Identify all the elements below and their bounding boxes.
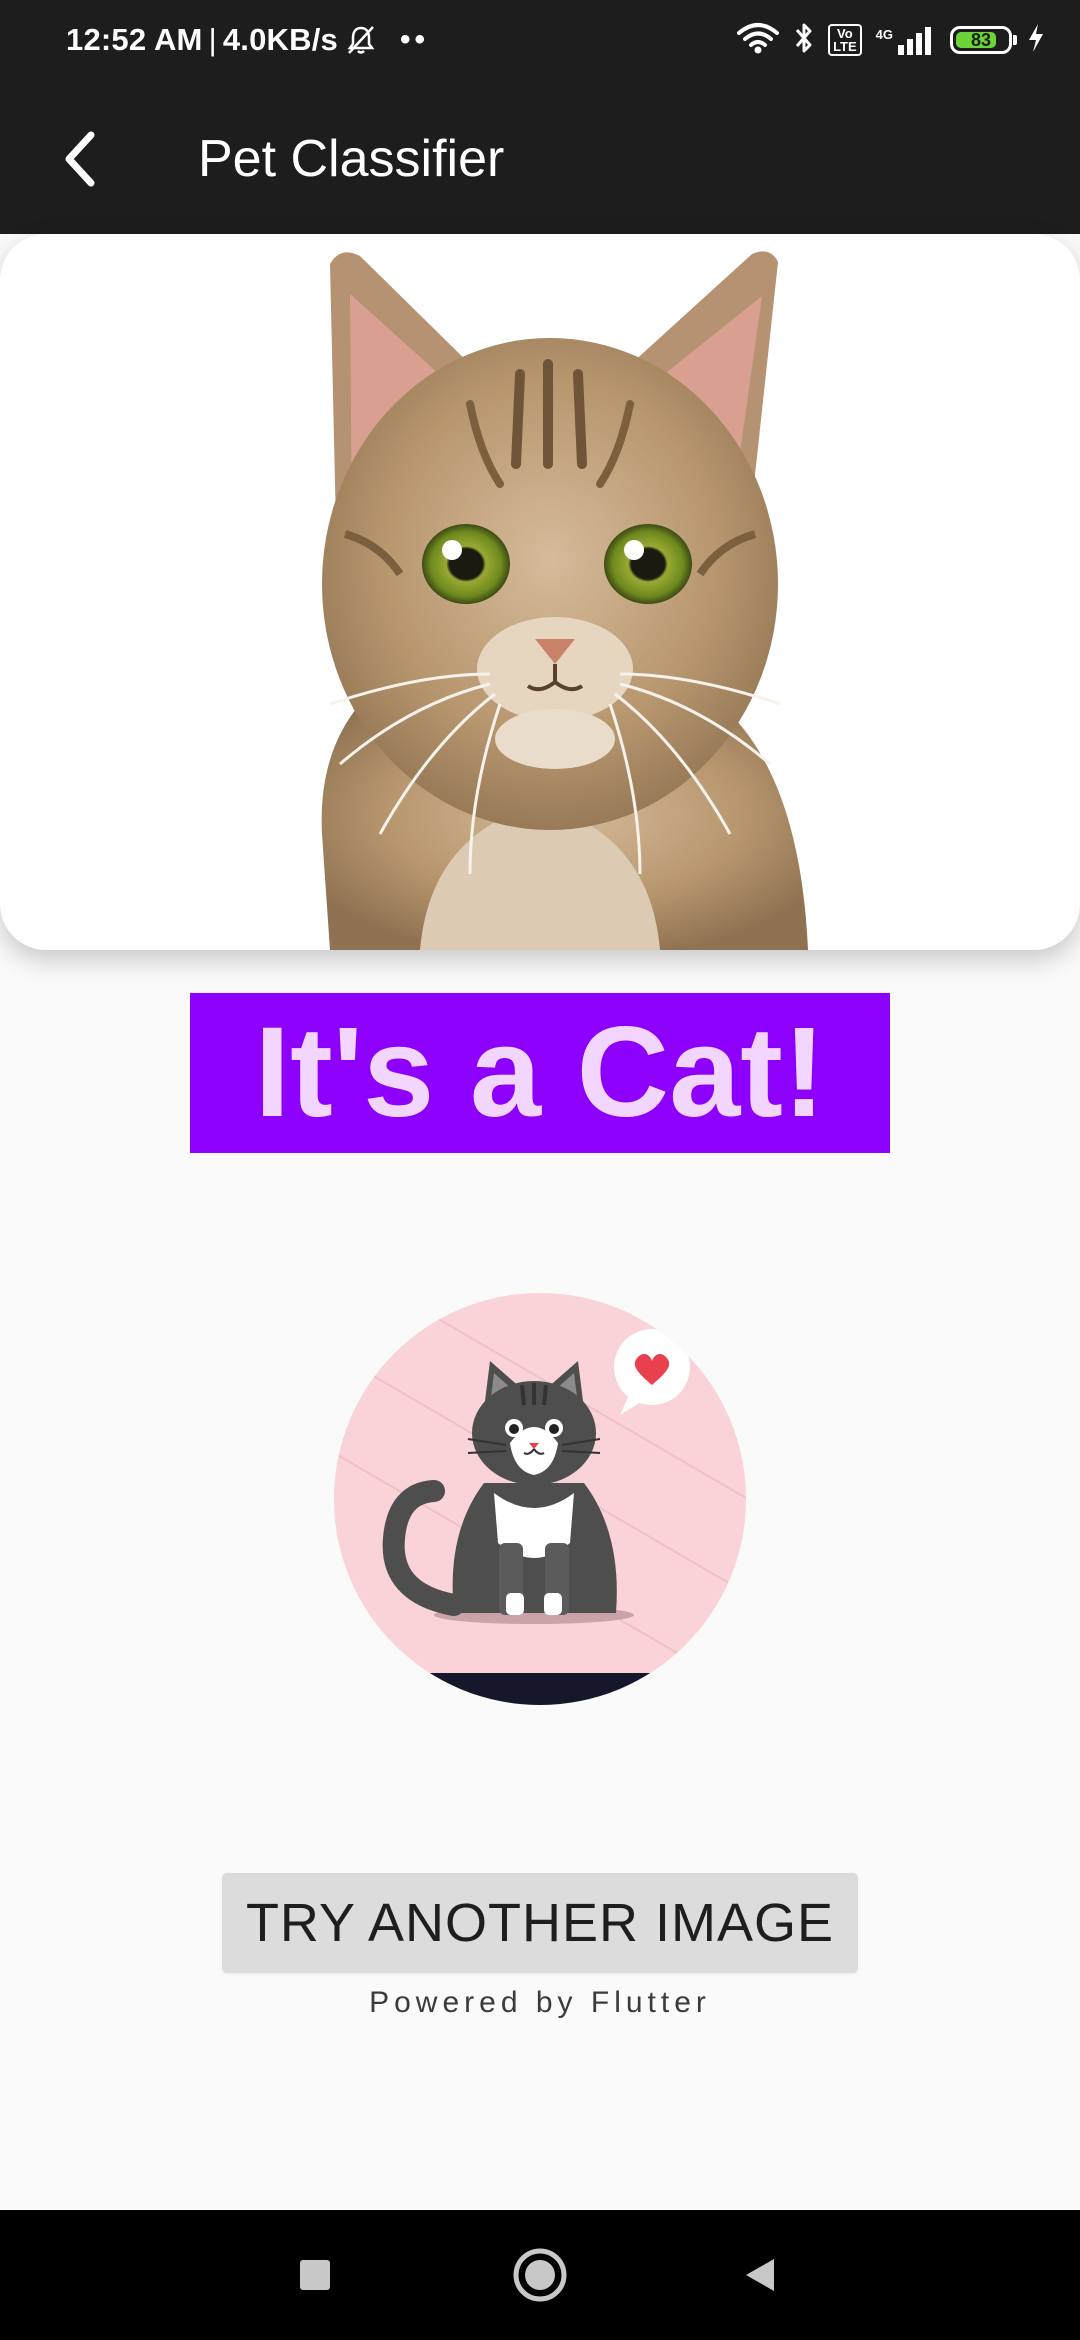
chevron-left-icon [65, 131, 95, 187]
cat-photo [321, 251, 808, 950]
home-button[interactable] [510, 2245, 570, 2305]
signal-icon: 4G [876, 25, 936, 55]
result-label: It's a Cat! [254, 1001, 826, 1144]
system-back-button[interactable] [730, 2245, 790, 2305]
system-nav-bar [0, 2210, 1080, 2340]
status-bar: 12:52 AM | 4.0KB/s •• Vo LTE 4G 83 [0, 0, 1080, 80]
result-banner: It's a Cat! [190, 993, 890, 1153]
battery-icon: 83 [950, 26, 1017, 54]
try-another-image-button[interactable]: TRY ANOTHER IMAGE [222, 1873, 858, 1973]
battery-level: 83 [970, 29, 992, 50]
classified-photo [0, 234, 1080, 950]
back-triangle-icon [746, 2259, 774, 2291]
status-left: 12:52 AM | 4.0KB/s •• [66, 0, 429, 80]
status-separator: | [208, 22, 217, 57]
charging-icon [1026, 22, 1046, 59]
volte-icon: Vo LTE [828, 24, 862, 56]
status-time: 12:52 AM [66, 22, 203, 57]
network-type: 4G [875, 27, 893, 42]
volte-line2: LTE [833, 39, 857, 54]
mute-bell-icon [344, 23, 378, 57]
recents-square-icon [300, 2260, 330, 2290]
status-right: Vo LTE 4G 83 [736, 0, 1046, 80]
recents-button[interactable] [285, 2245, 345, 2305]
wifi-icon [736, 21, 780, 60]
back-button[interactable] [44, 120, 114, 198]
cat-illustration [334, 1293, 746, 1705]
app-bar: Pet Classifier [0, 80, 1080, 234]
powered-by-footer: Powered by Flutter [369, 1986, 711, 2019]
notification-dots: •• [399, 23, 429, 56]
cat-illustration-icon [334, 1293, 746, 1705]
bluetooth-icon [794, 21, 814, 60]
page-title: Pet Classifier [198, 130, 505, 188]
network-speed: 4.0KB/s [222, 22, 338, 57]
home-circle-icon [513, 2248, 567, 2302]
